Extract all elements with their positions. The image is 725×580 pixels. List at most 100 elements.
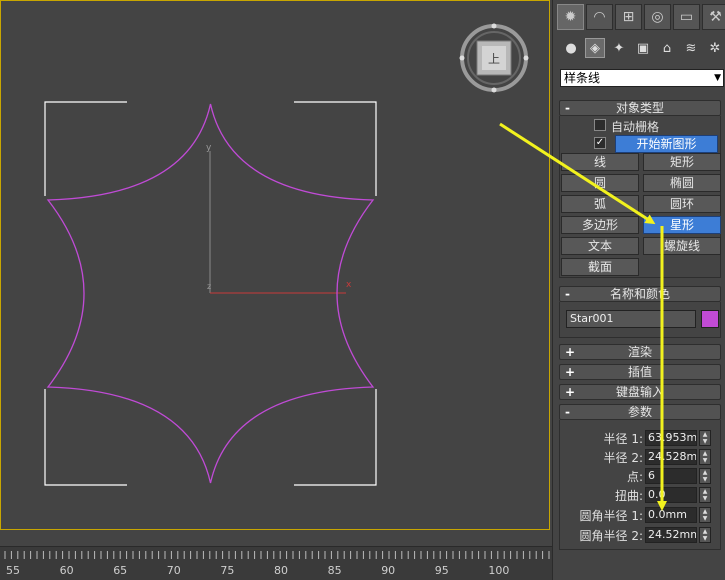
section-button-label: 截面 (587, 260, 612, 274)
radius2-label: 半径 2: (603, 451, 644, 465)
ellipse-button-label: 椭圆 (669, 176, 694, 190)
start-new-shape-button[interactable]: 开始新图形 (615, 135, 718, 153)
bracket-top-right (294, 101, 377, 196)
text-button[interactable]: 文本 (561, 237, 639, 255)
create-tab[interactable]: ✹ (557, 4, 584, 30)
rollout-title: 渲染 (627, 345, 652, 359)
line-button-label: 线 (593, 155, 606, 169)
cameras-icon: ▣ (636, 40, 650, 56)
auto-grid-checkbox[interactable] (594, 119, 606, 131)
fillet-radius2-label: 圆角半径 2: (579, 529, 644, 543)
helix-button-label: 螺旋线 (663, 239, 700, 253)
helix-button[interactable]: 螺旋线 (643, 237, 721, 255)
line-button[interactable]: 线 (561, 153, 639, 171)
motion-tab[interactable]: ◎ (644, 4, 671, 30)
start-new-shape-label: 开始新图形 (636, 137, 697, 151)
circle-button[interactable]: 圆 (561, 174, 639, 192)
rollout-keyboard-entry[interactable]: + 键盘输入 (559, 384, 721, 400)
ellipse-button[interactable]: 椭圆 (643, 174, 721, 192)
category-dropdown[interactable]: 样条线 ▼ (560, 69, 724, 87)
donut-button-label: 圆环 (669, 197, 694, 211)
y-axis-label: y (206, 143, 212, 153)
lights-subtab[interactable]: ✦ (609, 38, 629, 58)
timeline-label: 85 (327, 564, 342, 577)
rollout-toggle-icon: - (565, 405, 570, 419)
timeline-label: 80 (274, 564, 288, 577)
geometry-icon: ● (565, 40, 577, 56)
systems-icon: ✲ (709, 40, 721, 56)
fillet-radius1-value: 0.0mm (648, 508, 687, 521)
object-color-swatch[interactable] (701, 310, 719, 328)
display-tab[interactable]: ▭ (673, 4, 700, 30)
timeline-label: 75 (220, 564, 235, 577)
display-icon: ▭ (679, 9, 694, 25)
spacewarps-subtab[interactable]: ≋ (681, 38, 701, 58)
start-new-shape-checkbox[interactable]: ✓ (594, 137, 606, 149)
helpers-subtab[interactable]: ⌂ (657, 38, 677, 58)
object-name-value: Star001 (570, 312, 614, 325)
rectangle-button-label: 矩形 (669, 155, 694, 169)
z-axis-label: z (207, 282, 211, 291)
distortion-spinner[interactable]: ▲ ▼ (699, 487, 711, 503)
helpers-icon: ⌂ (662, 40, 672, 56)
utilities-icon: ⚒ (709, 9, 722, 25)
distortion-input[interactable]: 0.0 (645, 487, 697, 503)
check-icon: ✓ (595, 137, 605, 148)
rollout-object-type[interactable]: - 对象类型 (559, 100, 721, 116)
systems-subtab[interactable]: ✲ (705, 38, 725, 58)
timeline-label: 100 (488, 564, 510, 577)
distortion-value: 0.0 (648, 488, 666, 501)
viewcube-face-label: 上 (488, 52, 500, 66)
radius1-input[interactable]: 63.953mm (645, 430, 697, 446)
rollout-rendering[interactable]: + 渲染 (559, 344, 721, 360)
geometry-subtab[interactable]: ● (561, 38, 581, 58)
timeline-label: 95 (434, 564, 449, 577)
circle-button-label: 圆 (593, 176, 606, 190)
command-panel-tabs: ✹ ◠ ⊞ ◎ ▭ ⚒ (557, 4, 725, 30)
fillet-radius1-input[interactable]: 0.0mm (645, 507, 697, 523)
rollout-toggle-icon: + (565, 385, 576, 399)
shapes-subtab[interactable]: ◈ (585, 38, 605, 58)
radius2-value: 24.528mm (648, 450, 697, 463)
rollout-toggle-icon: - (565, 287, 570, 301)
star-button[interactable]: 星形 (643, 216, 721, 234)
rollout-toggle-icon: + (565, 345, 576, 359)
fillet-radius1-spinner[interactable]: ▲ ▼ (699, 507, 711, 523)
top-viewport[interactable]: y x z 上 (0, 0, 550, 530)
auto-grid-label: 自动栅格 (611, 120, 660, 134)
rollout-interpolation[interactable]: + 插值 (559, 364, 721, 380)
fillet-radius2-spinner[interactable]: ▲ ▼ (699, 527, 711, 543)
radius1-spinner[interactable]: ▲ ▼ (699, 430, 711, 446)
rollout-title: 键盘输入 (615, 385, 664, 399)
arc-button-label: 弧 (593, 197, 606, 211)
rollout-title: 插值 (627, 365, 652, 379)
arc-button[interactable]: 弧 (561, 195, 639, 213)
rectangle-button[interactable]: 矩形 (643, 153, 721, 171)
viewcube: 上 (459, 23, 529, 93)
ngon-button[interactable]: 多边形 (561, 216, 639, 234)
rollout-parameters[interactable]: - 参数 (559, 404, 721, 420)
x-axis-label: x (346, 280, 352, 290)
hierarchy-tab[interactable]: ⊞ (615, 4, 642, 30)
object-name-input[interactable]: Star001 (566, 310, 696, 328)
lights-icon: ✦ (613, 40, 625, 56)
timeline-label: 60 (59, 564, 74, 577)
donut-button[interactable]: 圆环 (643, 195, 721, 213)
points-input[interactable]: 6 (645, 468, 697, 484)
fillet-radius2-input[interactable]: 24.52mm (645, 527, 697, 543)
text-button-label: 文本 (587, 239, 612, 253)
cameras-subtab[interactable]: ▣ (633, 38, 653, 58)
modify-tab[interactable]: ◠ (586, 4, 613, 30)
rollout-name-color[interactable]: - 名称和颜色 (559, 286, 721, 302)
rollout-title: 名称和颜色 (609, 287, 670, 301)
viewport-canvas: y x z 上 (44, 23, 529, 486)
bracket-bottom-right (294, 389, 377, 486)
radius2-spinner[interactable]: ▲ ▼ (699, 449, 711, 465)
section-button[interactable]: 截面 (561, 258, 639, 276)
points-spinner[interactable]: ▲ ▼ (699, 468, 711, 484)
radius2-input[interactable]: 24.528mm (645, 449, 697, 465)
ngon-button-label: 多边形 (581, 218, 618, 232)
timeline-ruler[interactable]: 55 60 65 70 75 80 85 90 95 100 (0, 546, 552, 580)
radius1-label: 半径 1: (603, 432, 644, 446)
utilities-tab[interactable]: ⚒ (702, 4, 725, 30)
